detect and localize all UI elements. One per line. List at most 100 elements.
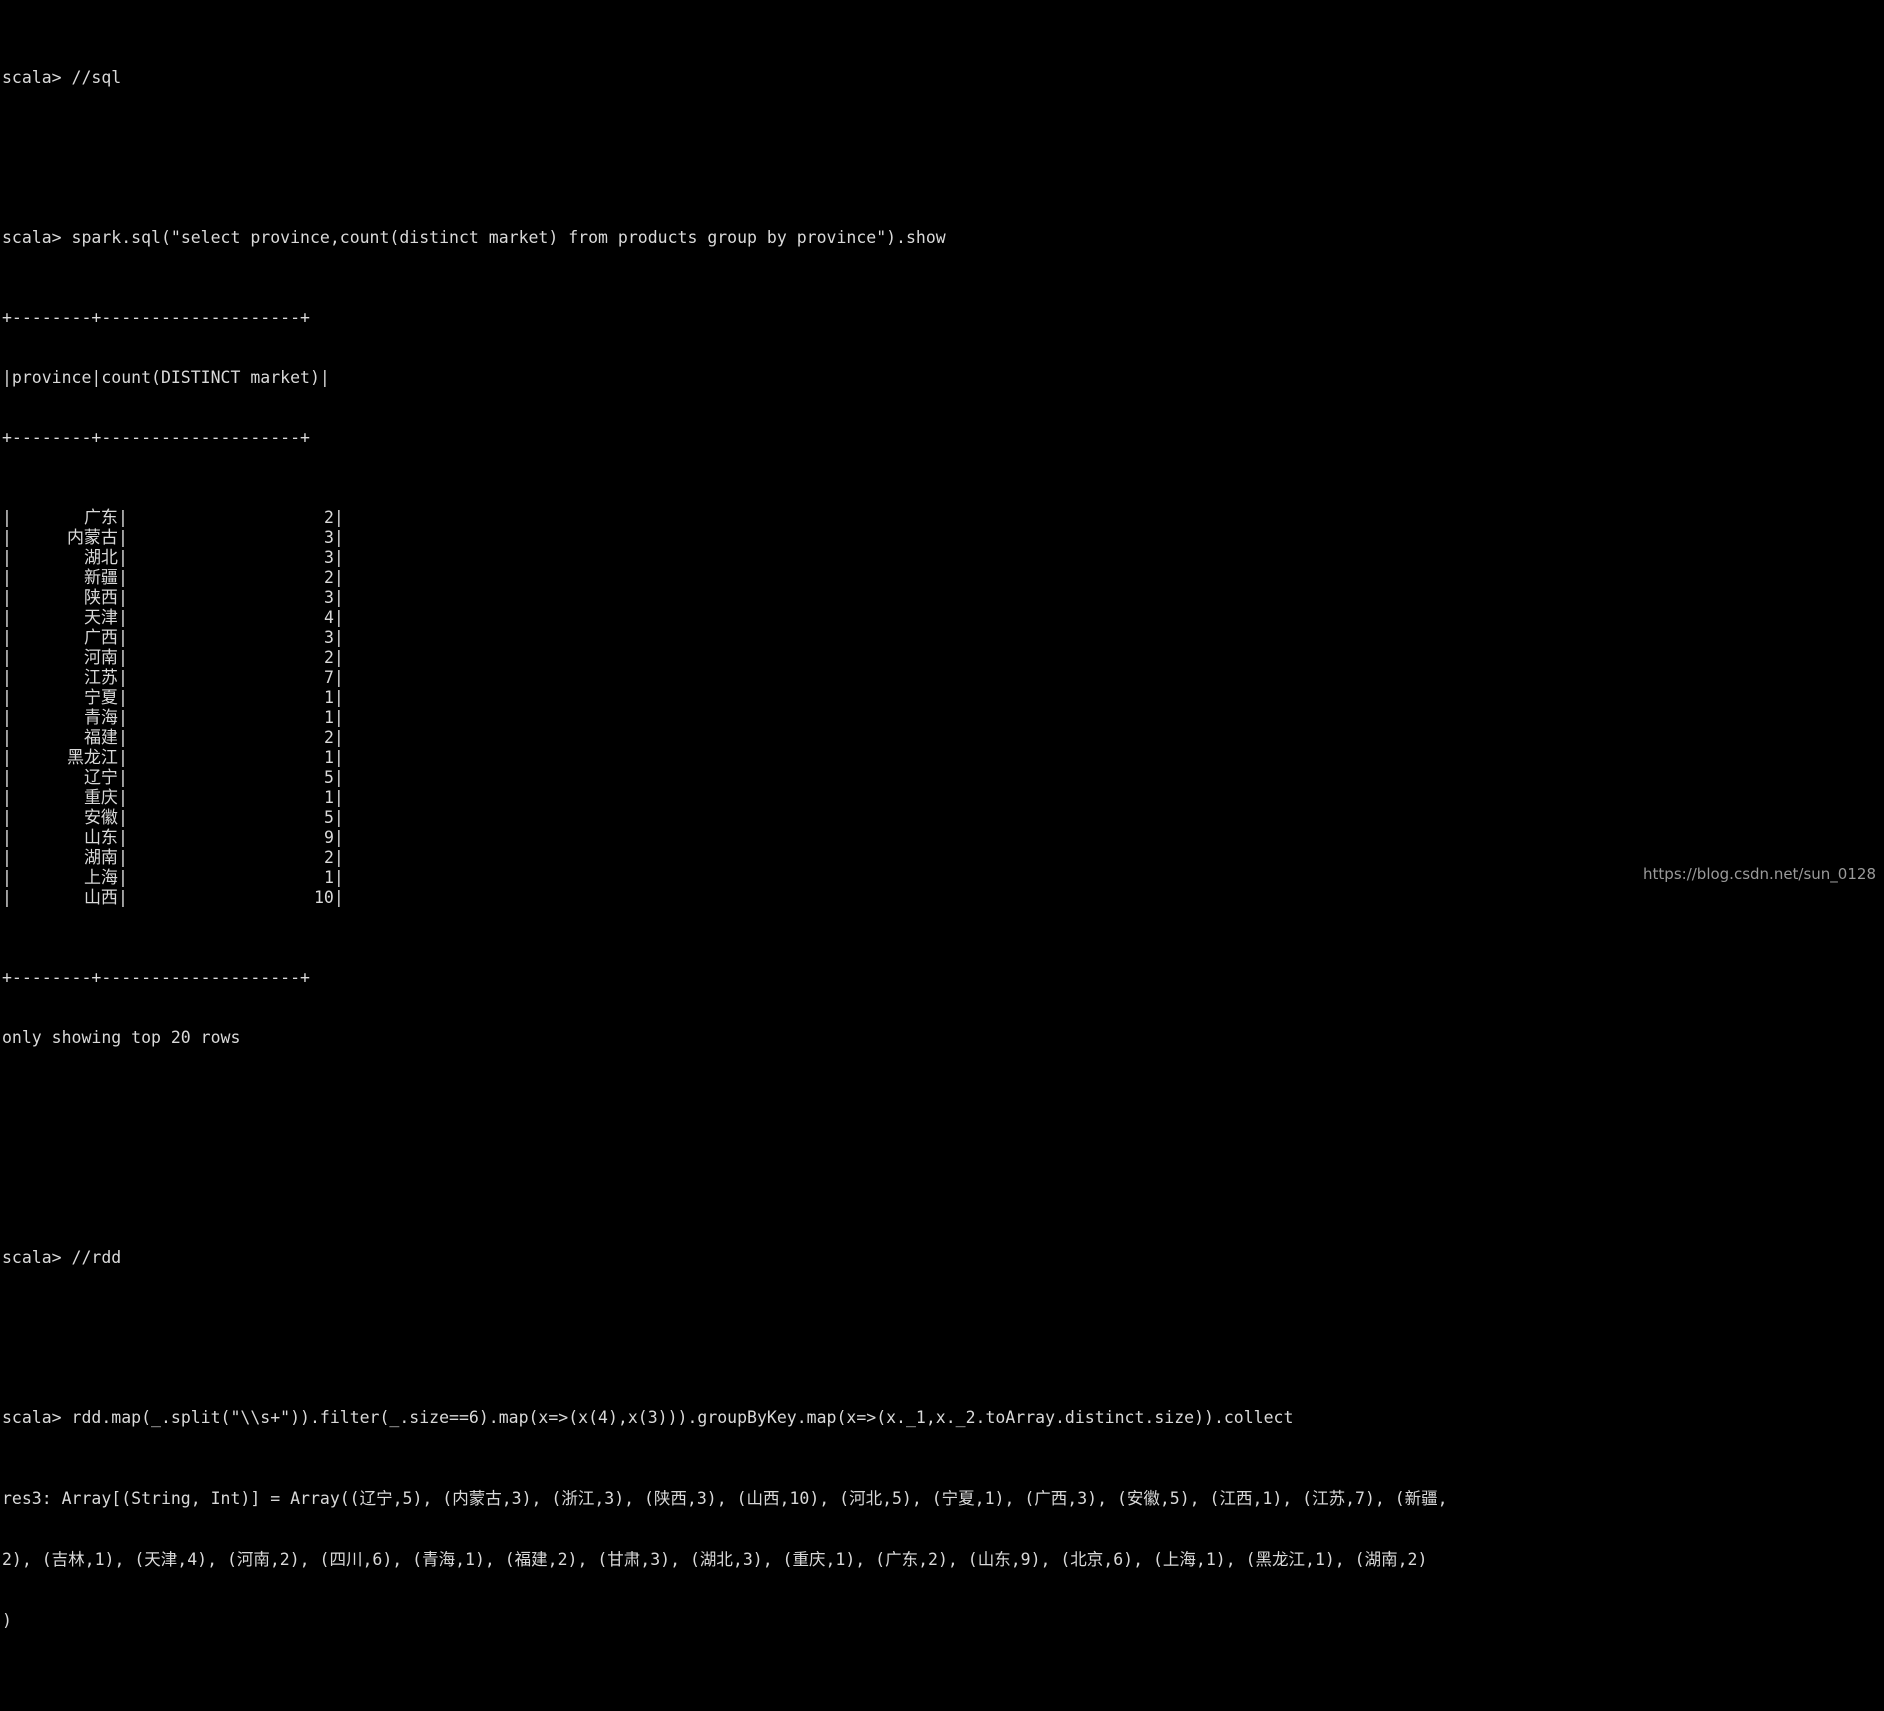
terminal-window[interactable]: scala> //sql scala> spark.sql("select pr… bbox=[0, 0, 1884, 1630]
table-row: | 安徽| 5| bbox=[2, 808, 1884, 828]
command-line-rdd-comment: scala> //rdd bbox=[2, 1248, 1884, 1268]
command-line-rdd-query: scala> rdd.map(_.split("\\s+")).filter(_… bbox=[2, 1408, 1884, 1428]
row-right-border: | bbox=[333, 728, 344, 747]
cell-count: 1 bbox=[323, 688, 334, 707]
prompt: scala> bbox=[2, 68, 72, 87]
row-mid-border: | bbox=[117, 748, 128, 767]
row-right-border: | bbox=[333, 528, 344, 547]
row-left-border: | bbox=[2, 748, 12, 767]
table-row: | 山东| 9| bbox=[2, 828, 1884, 848]
row-right-border: | bbox=[333, 628, 344, 647]
cell-count: 2 bbox=[323, 848, 334, 867]
row-right-border: | bbox=[333, 888, 344, 907]
row-left-border: | bbox=[2, 668, 12, 687]
row-mid-border: | bbox=[117, 588, 128, 607]
cell-province: 山东 bbox=[83, 828, 118, 848]
row-left-border: | bbox=[2, 888, 12, 907]
row-right-border: | bbox=[333, 668, 344, 687]
row-left-border: | bbox=[2, 588, 12, 607]
table-row: | 湖南| 2| bbox=[2, 848, 1884, 868]
row-mid-border: | bbox=[117, 508, 128, 527]
cell-province: 湖南 bbox=[83, 848, 118, 868]
result-line-1-text: res3: Array[(String, Int)] = Array((辽宁,5… bbox=[2, 1489, 1448, 1508]
table-row: | 广西| 3| bbox=[2, 628, 1884, 648]
rdd-query-text: rdd.map(_.split("\\s+")).filter(_.size==… bbox=[71, 1408, 1294, 1427]
row-right-border: | bbox=[333, 588, 344, 607]
table-body: | 广东| 2| | 内蒙古| 3| | 湖北| 3| | 新疆| 2| | 陕西| 3| | 天津| 4| | 广西… bbox=[2, 508, 1884, 908]
cell-count: 3 bbox=[323, 528, 334, 547]
row-mid-border: | bbox=[117, 548, 128, 567]
cell-count: 2 bbox=[323, 508, 334, 527]
table-row: | 江苏| 7| bbox=[2, 668, 1884, 688]
table-header-border: +--------+--------------------+ bbox=[2, 428, 310, 447]
table-row: | 新疆| 2| bbox=[2, 568, 1884, 588]
cell-count: 10 bbox=[314, 888, 334, 907]
row-right-border: | bbox=[333, 848, 344, 867]
cell-count: 1 bbox=[323, 868, 334, 887]
row-right-border: | bbox=[333, 648, 344, 667]
row-left-border: | bbox=[2, 648, 12, 667]
table-top-border: +--------+--------------------+ bbox=[2, 308, 310, 327]
row-left-border: | bbox=[2, 868, 12, 887]
row-mid-border: | bbox=[117, 728, 128, 747]
row-right-border: | bbox=[333, 868, 344, 887]
table-row: | 青海| 1| bbox=[2, 708, 1884, 728]
row-left-border: | bbox=[2, 508, 12, 527]
cell-province: 辽宁 bbox=[83, 768, 118, 788]
cell-count: 1 bbox=[323, 708, 334, 727]
table-row: | 宁夏| 1| bbox=[2, 688, 1884, 708]
row-mid-border: | bbox=[117, 568, 128, 587]
rdd-comment-text: //rdd bbox=[71, 1248, 122, 1267]
result-line-2-text: 2), (吉林,1), (天津,4), (河南,2), (四川,6), (青海,… bbox=[2, 1550, 1428, 1569]
row-right-border: | bbox=[333, 508, 344, 527]
row-mid-border: | bbox=[117, 608, 128, 627]
row-mid-border: | bbox=[117, 648, 128, 667]
row-mid-border: | bbox=[117, 688, 128, 707]
row-right-border: | bbox=[333, 688, 344, 707]
row-mid-border: | bbox=[117, 808, 128, 827]
table-row: | 辽宁| 5| bbox=[2, 768, 1884, 788]
row-right-border: | bbox=[333, 808, 344, 827]
cell-province: 广西 bbox=[83, 628, 118, 648]
cell-province: 新疆 bbox=[83, 568, 118, 588]
prompt: scala> bbox=[2, 1408, 72, 1427]
table-row: | 河南| 2| bbox=[2, 648, 1884, 668]
command-line-sql-query: scala> spark.sql("select province,count(… bbox=[2, 228, 1884, 248]
result-line-3-text: ) bbox=[2, 1611, 12, 1630]
cell-count: 7 bbox=[323, 668, 334, 687]
table-row: | 黑龙江| 1| bbox=[2, 748, 1884, 768]
table-header-row: |province|count(DISTINCT market)| bbox=[2, 368, 330, 387]
cell-count: 1 bbox=[323, 748, 334, 767]
table-row: | 山西| 10| bbox=[2, 888, 1884, 908]
row-left-border: | bbox=[2, 568, 12, 587]
cell-province: 青海 bbox=[83, 708, 118, 728]
cell-count: 1 bbox=[323, 788, 334, 807]
row-mid-border: | bbox=[117, 628, 128, 647]
cell-count: 4 bbox=[323, 608, 334, 627]
cell-province: 山西 bbox=[83, 888, 118, 908]
cell-province: 河南 bbox=[83, 648, 118, 668]
row-right-border: | bbox=[333, 548, 344, 567]
cell-count: 5 bbox=[323, 808, 334, 827]
table-row: | 福建| 2| bbox=[2, 728, 1884, 748]
sql-comment-text: //sql bbox=[71, 68, 122, 87]
cell-count: 3 bbox=[323, 548, 334, 567]
result-line-3: ) bbox=[2, 1610, 1884, 1631]
row-right-border: | bbox=[333, 828, 344, 847]
table-bottom-border: +--------+--------------------+ bbox=[2, 968, 310, 987]
cell-province: 上海 bbox=[83, 868, 118, 888]
row-left-border: | bbox=[2, 608, 12, 627]
row-right-border: | bbox=[333, 708, 344, 727]
table-row: | 重庆| 1| bbox=[2, 788, 1884, 808]
prompt: scala> bbox=[2, 1248, 72, 1267]
table-footer-note: only showing top 20 rows bbox=[2, 1028, 241, 1047]
row-left-border: | bbox=[2, 628, 12, 647]
row-right-border: | bbox=[333, 608, 344, 627]
row-mid-border: | bbox=[117, 768, 128, 787]
cell-province: 陕西 bbox=[83, 588, 118, 608]
row-right-border: | bbox=[333, 768, 344, 787]
result-line-1: res3: Array[(String, Int)] = Array((辽宁,5… bbox=[2, 1488, 1884, 1509]
